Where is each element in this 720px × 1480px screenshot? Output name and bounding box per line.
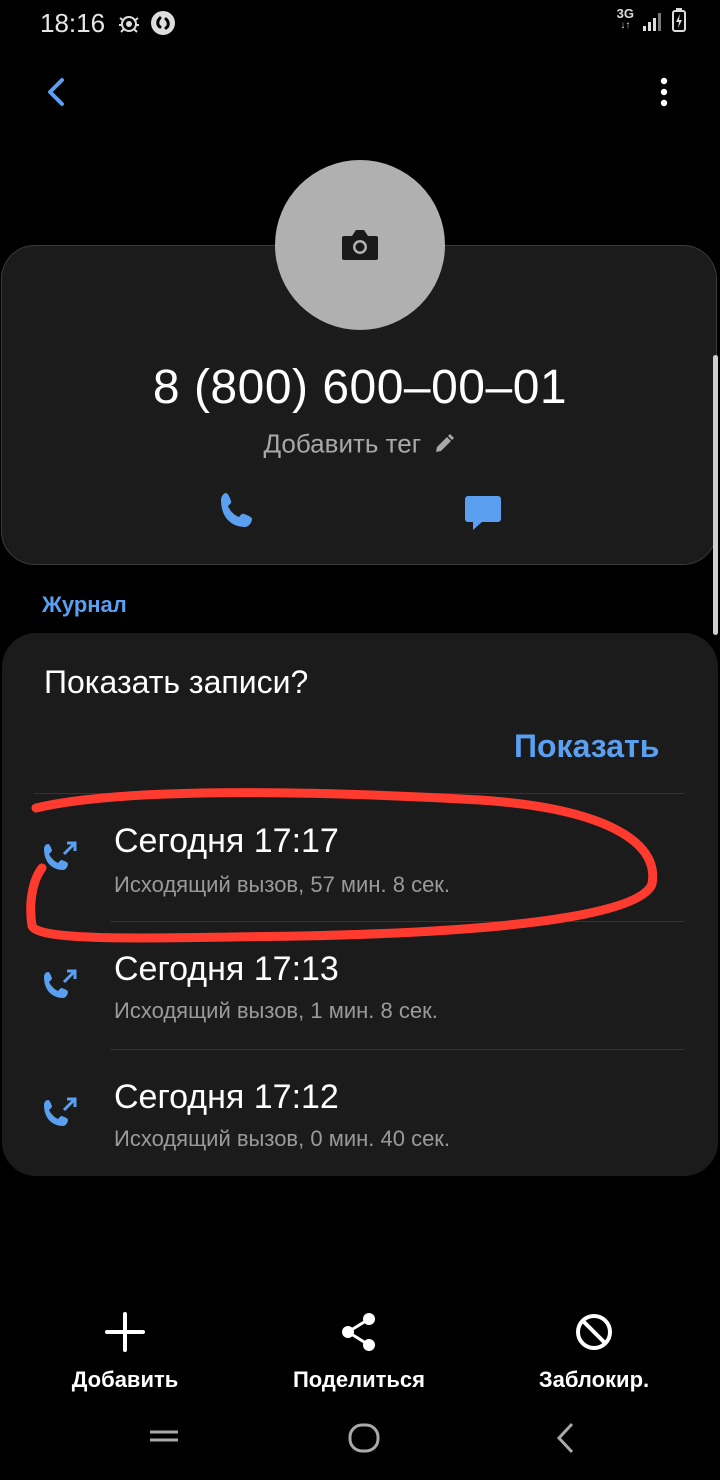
- call-log-row[interactable]: Сегодня 17:12 Исходящий вызов, 0 мин. 40…: [0, 1056, 720, 1176]
- home-button[interactable]: [344, 1418, 384, 1458]
- log-prompt-title: Показать записи?: [44, 664, 309, 700]
- back-button[interactable]: [38, 72, 78, 112]
- add-tag-link[interactable]: Добавить тег: [0, 427, 720, 460]
- phone-number: 8 (800) 600–00–01: [152, 361, 568, 414]
- block-action-label: Заблокир.: [538, 1367, 650, 1392]
- camera-icon: [342, 230, 378, 260]
- divider: [110, 1049, 684, 1050]
- status-time: 18:16: [40, 8, 106, 38]
- section-label-log: Журнал: [42, 592, 127, 617]
- status-system-icons: 3G ↓↑: [616, 6, 686, 32]
- share-action[interactable]: Поделиться: [259, 1310, 459, 1393]
- status-notification-icons: [116, 10, 176, 36]
- add-action-label: Добавить: [71, 1367, 179, 1392]
- nav-back-button[interactable]: [546, 1418, 586, 1458]
- add-contact-action[interactable]: Добавить: [25, 1310, 225, 1393]
- more-options-button[interactable]: [650, 76, 678, 110]
- bug-icon: [119, 16, 139, 33]
- contact-photo-button[interactable]: [275, 160, 445, 330]
- plus-icon: [105, 1312, 145, 1352]
- block-action[interactable]: Заблокир.: [494, 1310, 694, 1393]
- share-icon: [342, 1313, 375, 1351]
- network-type: 3G ↓↑: [616, 6, 634, 31]
- red-highlight-annotation: [26, 788, 658, 943]
- share-action-label: Поделиться: [292, 1367, 426, 1392]
- call-time: Сегодня 17:13: [114, 950, 339, 988]
- scrollbar[interactable]: [713, 355, 718, 635]
- call-detail: Исходящий вызов, 0 мин. 40 сек.: [114, 1126, 451, 1151]
- shazam-icon: [151, 11, 175, 35]
- outgoing-call-icon: [44, 969, 77, 998]
- battery-charging-icon: [672, 8, 686, 32]
- show-records-button[interactable]: Показать: [514, 728, 659, 765]
- call-detail: Исходящий вызов, 1 мин. 8 сек.: [114, 998, 438, 1023]
- outgoing-call-icon: [44, 1097, 77, 1126]
- recent-apps-button[interactable]: [144, 1418, 184, 1458]
- message-button[interactable]: [460, 488, 506, 534]
- pencil-icon: [436, 434, 455, 453]
- call-button[interactable]: [214, 488, 260, 534]
- add-tag-label: Добавить тег: [263, 428, 422, 459]
- block-icon: [576, 1314, 612, 1350]
- call-time: Сегодня 17:12: [114, 1078, 339, 1116]
- signal-icon: [643, 13, 661, 31]
